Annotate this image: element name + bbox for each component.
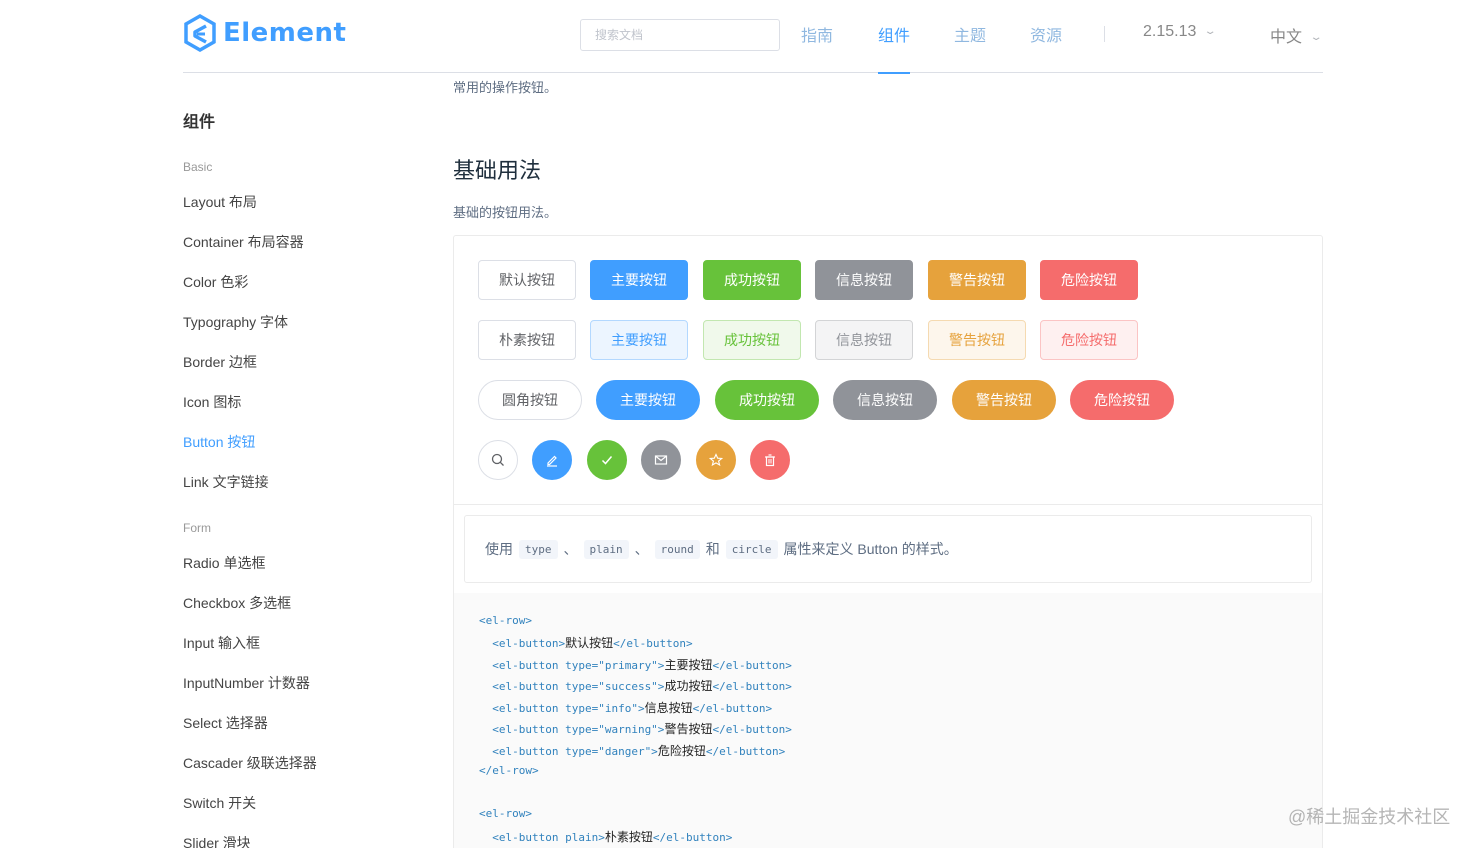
plain-primary-button[interactable]: 主要按钮 xyxy=(590,320,688,360)
sidebar-item-layout[interactable]: Layout 布局 xyxy=(183,192,257,212)
code-plain: plain xyxy=(583,539,629,559)
round-info-button[interactable]: 信息按钮 xyxy=(833,380,937,420)
success-button[interactable]: 成功按钮 xyxy=(703,260,801,300)
circle-message-button[interactable] xyxy=(641,440,681,480)
message-icon xyxy=(654,455,668,465)
desc-suffix: 属性来定义 Button 的样式。 xyxy=(783,541,958,557)
sidebar-item-typography[interactable]: Typography 字体 xyxy=(183,312,288,332)
circle-star-button[interactable] xyxy=(696,440,736,480)
version-label: 2.15.13 xyxy=(1143,23,1197,40)
nav-guide[interactable]: 指南 xyxy=(801,22,833,73)
code-line: <el-button type="success">成功按钮</el-butto… xyxy=(479,679,792,693)
sidebar-item-checkbox[interactable]: Checkbox 多选框 xyxy=(183,593,291,613)
logo[interactable]: Element xyxy=(183,13,346,53)
round-button[interactable]: 圆角按钮 xyxy=(478,380,582,420)
sidebar-item-radio[interactable]: Radio 单选框 xyxy=(183,553,265,573)
circle-check-button[interactable] xyxy=(587,440,627,480)
code-line: <el-button type="warning">警告按钮</el-butto… xyxy=(479,722,792,736)
code-line: </el-row> xyxy=(479,764,539,777)
code-circle: circle xyxy=(725,539,778,559)
sidebar-item-switch[interactable]: Switch 开关 xyxy=(183,793,256,813)
section-title: 基础用法 xyxy=(453,158,542,183)
warning-button[interactable]: 警告按钮 xyxy=(928,260,1026,300)
code-line: <el-button plain>朴素按钮</el-button> xyxy=(479,830,733,844)
plain-info-button[interactable]: 信息按钮 xyxy=(815,320,913,360)
sidebar-item-slider[interactable]: Slider 滑块 xyxy=(183,833,251,848)
plain-success-button[interactable]: 成功按钮 xyxy=(703,320,801,360)
sidebar-item-inputnumber[interactable]: InputNumber 计数器 xyxy=(183,673,310,693)
sidebar-item-button[interactable]: Button 按钮 xyxy=(183,432,255,452)
nav-resource[interactable]: 资源 xyxy=(1030,22,1062,73)
sidebar-group-form: Form xyxy=(183,521,211,535)
search-icon xyxy=(491,453,504,466)
default-button[interactable]: 默认按钮 xyxy=(478,260,576,300)
section-description: 基础的按钮用法。 xyxy=(453,205,558,220)
round-primary-button[interactable]: 主要按钮 xyxy=(596,380,700,420)
sidebar-item-container[interactable]: Container 布局容器 xyxy=(183,232,304,252)
version-dropdown[interactable]: 2.15.13 ⌄ xyxy=(1143,23,1218,41)
page-intro: 常用的操作按钮。 xyxy=(453,80,558,95)
plain-button[interactable]: 朴素按钮 xyxy=(478,320,576,360)
sidebar-item-select[interactable]: Select 选择器 xyxy=(183,713,268,733)
check-icon xyxy=(601,456,613,465)
desc-sep: 、 xyxy=(563,541,578,557)
code-line: <el-row> xyxy=(479,614,532,627)
chevron-down-icon: ⌄ xyxy=(1203,26,1218,38)
code-line: <el-button type="danger">危险按钮</el-button… xyxy=(479,744,786,758)
watermark: @稀土掘金技术社区 xyxy=(1288,807,1451,827)
nav-theme[interactable]: 主题 xyxy=(954,22,986,73)
edit-icon xyxy=(547,455,557,467)
plain-warning-button[interactable]: 警告按钮 xyxy=(928,320,1026,360)
demo-source: 默认按钮 主要按钮 成功按钮 信息按钮 警告按钮 危险按钮 朴素按钮 主要按钮 … xyxy=(454,236,1322,505)
code-line: <el-row> xyxy=(479,807,532,820)
primary-button[interactable]: 主要按钮 xyxy=(590,260,688,300)
language-label: 中文 xyxy=(1270,29,1303,46)
sidebar-group-basic: Basic xyxy=(183,160,213,174)
code-round: round xyxy=(654,539,700,559)
nav-divider xyxy=(1104,26,1105,42)
desc-and: 和 xyxy=(705,541,720,557)
demo-block: 默认按钮 主要按钮 成功按钮 信息按钮 警告按钮 危险按钮 朴素按钮 主要按钮 … xyxy=(453,235,1323,848)
code-type: type xyxy=(519,539,558,559)
desc-text: 使用 xyxy=(485,541,513,557)
sidebar-item-color[interactable]: Color 色彩 xyxy=(183,272,248,292)
element-logo-icon xyxy=(184,14,216,52)
circle-edit-button[interactable] xyxy=(532,440,572,480)
plain-danger-button[interactable]: 危险按钮 xyxy=(1040,320,1138,360)
language-dropdown[interactable]: 中文 ⌄ xyxy=(1270,23,1323,47)
sidebar-item-cascader[interactable]: Cascader 级联选择器 xyxy=(183,753,317,773)
code-block: <el-row> <el-button>默认按钮</el-button> <el… xyxy=(454,593,1322,848)
chevron-down-icon: ⌄ xyxy=(1309,32,1323,44)
sidebar-item-link[interactable]: Link 文字链接 xyxy=(183,472,269,492)
code-line: <el-button type="primary">主要按钮</el-butto… xyxy=(479,658,792,672)
sidebar-item-input[interactable]: Input 输入框 xyxy=(183,633,260,653)
search-input[interactable]: 搜索文档 xyxy=(580,19,780,51)
desc-sep: 、 xyxy=(634,541,649,557)
code-line: <el-button type="info">信息按钮</el-button> xyxy=(479,701,773,715)
delete-icon xyxy=(765,454,775,467)
round-warning-button[interactable]: 警告按钮 xyxy=(952,380,1056,420)
demo-description: 使用 type 、 plain 、 round 和 circle 属性来定义 B… xyxy=(464,515,1312,583)
round-success-button[interactable]: 成功按钮 xyxy=(715,380,819,420)
sidebar-item-border[interactable]: Border 边框 xyxy=(183,352,257,372)
circle-delete-button[interactable] xyxy=(750,440,790,480)
top-header: Element 搜索文档 指南 组件 主题 资源 2.15.13 ⌄ 中文 ⌄ xyxy=(183,0,1323,74)
danger-button[interactable]: 危险按钮 xyxy=(1040,260,1138,300)
logo-text: Element xyxy=(223,18,347,48)
info-button[interactable]: 信息按钮 xyxy=(815,260,913,300)
sidebar-title: 组件 xyxy=(183,114,216,131)
code-line: <el-button>默认按钮</el-button> xyxy=(479,636,693,650)
circle-search-button[interactable] xyxy=(478,440,518,480)
nav-component[interactable]: 组件 xyxy=(878,22,911,74)
sidebar-item-icon[interactable]: Icon 图标 xyxy=(183,392,241,412)
star-icon xyxy=(709,453,723,467)
round-danger-button[interactable]: 危险按钮 xyxy=(1070,380,1174,420)
